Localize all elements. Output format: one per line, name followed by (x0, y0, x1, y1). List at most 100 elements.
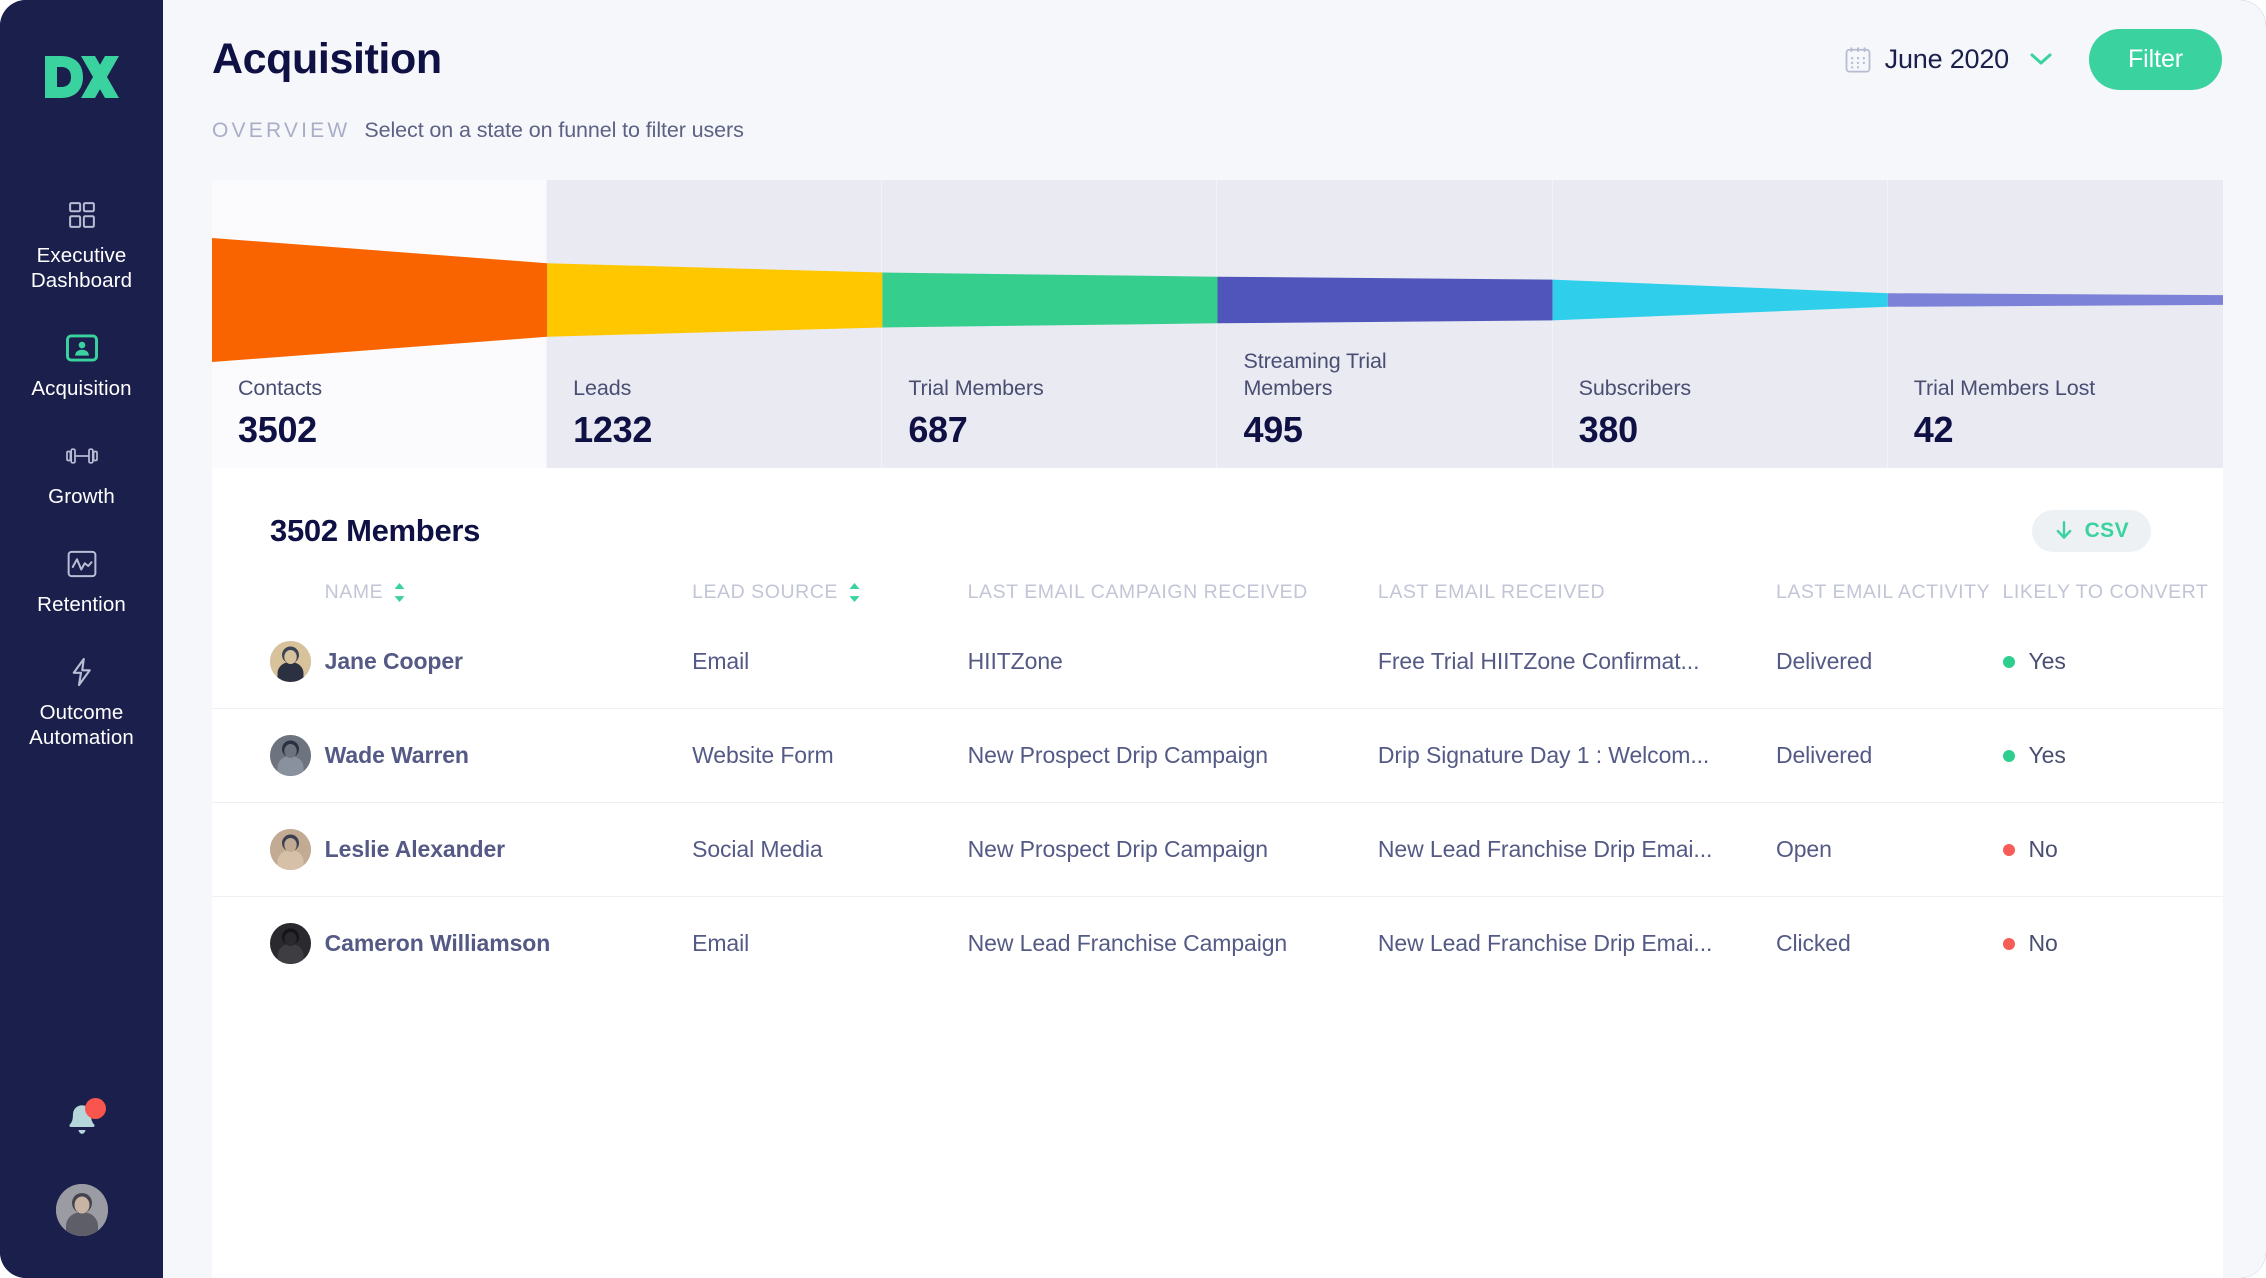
notifications-button[interactable] (62, 1098, 106, 1142)
table-header-label: LAST EMAIL RECEIVED (1377, 581, 1606, 603)
row-likely-to-convert: No (2002, 802, 2223, 897)
row-likely-to-convert: Yes (2002, 708, 2223, 803)
row-last-email: New Lead Franchise Drip Emai... (1377, 802, 1776, 897)
funnel-column-label: Streaming Trial Members (1243, 349, 1387, 400)
funnel-column[interactable]: Subscribers 380 (1553, 180, 1888, 468)
row-last-email: Free Trial HIITZone Confirmat... (1377, 615, 1776, 709)
app-logo[interactable] (43, 52, 121, 102)
funnel-column[interactable]: Trial Members Lost 42 (1888, 180, 2223, 468)
table-header-row: NAME LEAD SOURCE LAST EMAIL CAMPAIGN REC… (212, 558, 2223, 615)
funnel-column-value: 1232 (573, 409, 653, 450)
row-lead-source: Email (692, 615, 968, 709)
status-badge: No (2028, 930, 2058, 956)
row-last-campaign: New Lead Franchise Campaign (967, 930, 1288, 956)
row-avatar (270, 923, 311, 964)
funnel-column[interactable]: Contacts 3502 (212, 180, 548, 468)
row-avatar (270, 641, 311, 682)
table-header-label: NAME (324, 581, 384, 603)
funnel-column-label: Leads (573, 376, 632, 400)
table-header-cell[interactable]: NAME (325, 558, 692, 615)
funnel-column[interactable]: Streaming Trial Members 495 (1217, 180, 1553, 468)
sidebar-item-acquisition[interactable]: Acquisition (0, 331, 163, 401)
overview-subtitle: Select on a state on funnel to filter us… (364, 118, 744, 142)
download-icon (2054, 520, 2074, 542)
overview-caption: OVERVIEW Select on a state on funnel to … (163, 118, 2266, 166)
table-row[interactable]: Wade Warren Website Form New Prospect Dr… (212, 708, 2223, 803)
funnel-columns: Contacts 3502 Leads 1232 Trial Members 6… (212, 180, 2223, 468)
funnel-column-value: 380 (1578, 409, 1638, 450)
status-dot (2002, 937, 2015, 950)
sidebar-item-label: Outcome Automation (29, 701, 134, 749)
row-avatar-cell (212, 802, 325, 897)
table-body: Jane Cooper Email HIITZone Free Trial HI… (212, 615, 2223, 990)
row-avatar-cell (212, 708, 325, 803)
status-dot (2002, 655, 2015, 668)
page-header: Acquisition June 2020 Filter (163, 0, 2266, 118)
table-row[interactable]: Jane Cooper Email HIITZone Free Trial HI… (212, 615, 2223, 709)
sidebar-item-executive-dashboard[interactable]: Executive Dashboard (0, 198, 163, 293)
row-lead-source: Website Form (692, 708, 968, 803)
row-name: Cameron Williamson (324, 930, 551, 956)
sidebar-nav: Executive Dashboard Acquisition Growth R… (0, 198, 163, 750)
status-dot (2002, 843, 2015, 856)
pulse-chart-icon (65, 547, 99, 581)
chevron-down-icon[interactable] (2029, 52, 2053, 66)
row-last-email: Drip Signature Day 1 : Welcom... (1377, 708, 1776, 803)
funnel-column[interactable]: Trial Members 687 (882, 180, 1218, 468)
funnel-column-label: Contacts (238, 376, 323, 400)
page-title: Acquisition (212, 34, 442, 83)
avatar[interactable] (55, 1184, 108, 1236)
filter-button[interactable]: Filter (2089, 28, 2222, 90)
export-csv-button[interactable]: CSV (2031, 510, 2151, 552)
row-avatar-cell (212, 897, 325, 991)
row-name: Jane Cooper (324, 615, 693, 709)
date-label: June 2020 (1884, 43, 2010, 74)
table-header-avatar (212, 558, 325, 615)
sidebar-item-label: Acquisition (31, 377, 132, 400)
row-name: Leslie Alexander (324, 802, 693, 897)
row-activity: Delivered (1775, 615, 2003, 709)
sort-icon[interactable] (848, 583, 861, 602)
header-actions: June 2020 Filter (1845, 28, 2222, 90)
sidebar: Executive Dashboard Acquisition Growth R… (0, 0, 163, 1278)
members-count: 3502 Members (270, 513, 481, 548)
status-badge: Yes (2028, 742, 2066, 768)
row-name: Wade Warren (324, 708, 693, 803)
app-window: Executive Dashboard Acquisition Growth R… (0, 0, 2266, 1278)
members-table: NAME LEAD SOURCE LAST EMAIL CAMPAIGN REC… (212, 558, 2223, 990)
sort-icon[interactable] (393, 583, 406, 602)
row-last-campaign: New Prospect Drip Campaign (967, 802, 1378, 897)
table-header-cell[interactable]: LEAD SOURCE (692, 558, 968, 615)
row-last-campaign: HIITZone (967, 615, 1378, 709)
funnel-column-value: 3502 (238, 409, 317, 450)
table-toolbar: 3502 Members CSV (212, 504, 2223, 558)
row-avatar-cell (212, 615, 325, 709)
grid-icon (65, 198, 99, 232)
sidebar-item-growth[interactable]: Growth (0, 439, 163, 509)
sidebar-item-retention[interactable]: Retention (0, 547, 163, 617)
table-row[interactable]: Leslie Alexander Social Media New Prospe… (212, 802, 2223, 897)
status-dot (2002, 749, 2015, 762)
funnel-column-label: Trial Members (908, 376, 1044, 400)
overview-kicker: OVERVIEW (212, 119, 351, 142)
notification-badge (84, 1098, 106, 1119)
lightning-icon (65, 655, 99, 689)
funnel-column[interactable]: Leads 1232 (547, 180, 883, 468)
table-header-cell: LAST EMAIL CAMPAIGN RECEIVED (968, 558, 1378, 615)
row-likely-to-convert: No (2002, 897, 2223, 991)
table-header-label: LAST EMAIL ACTIVITY (1775, 581, 1991, 603)
export-csv-label: CSV (2084, 519, 2129, 542)
row-activity: Clicked (1775, 930, 1851, 956)
row-lead-source: Email (692, 930, 750, 956)
funnel-chart: Contacts 3502 Leads 1232 Trial Members 6… (212, 180, 2223, 468)
table-row[interactable]: Cameron Williamson Email New Lead Franch… (212, 897, 2223, 991)
dumbbell-icon (65, 439, 99, 473)
table-header-label: LIKELY TO CONVERT (2002, 581, 2209, 603)
sidebar-item-label: Executive Dashboard (30, 244, 133, 292)
user-avatar-icon (55, 1184, 108, 1236)
date-range-picker[interactable]: June 2020 (1845, 44, 2053, 75)
row-avatar (270, 735, 311, 776)
row-activity: Delivered (1775, 708, 2003, 803)
row-last-email: New Lead Franchise Drip Emai... (1377, 930, 1713, 956)
sidebar-item-outcome-automation[interactable]: Outcome Automation (0, 655, 163, 750)
